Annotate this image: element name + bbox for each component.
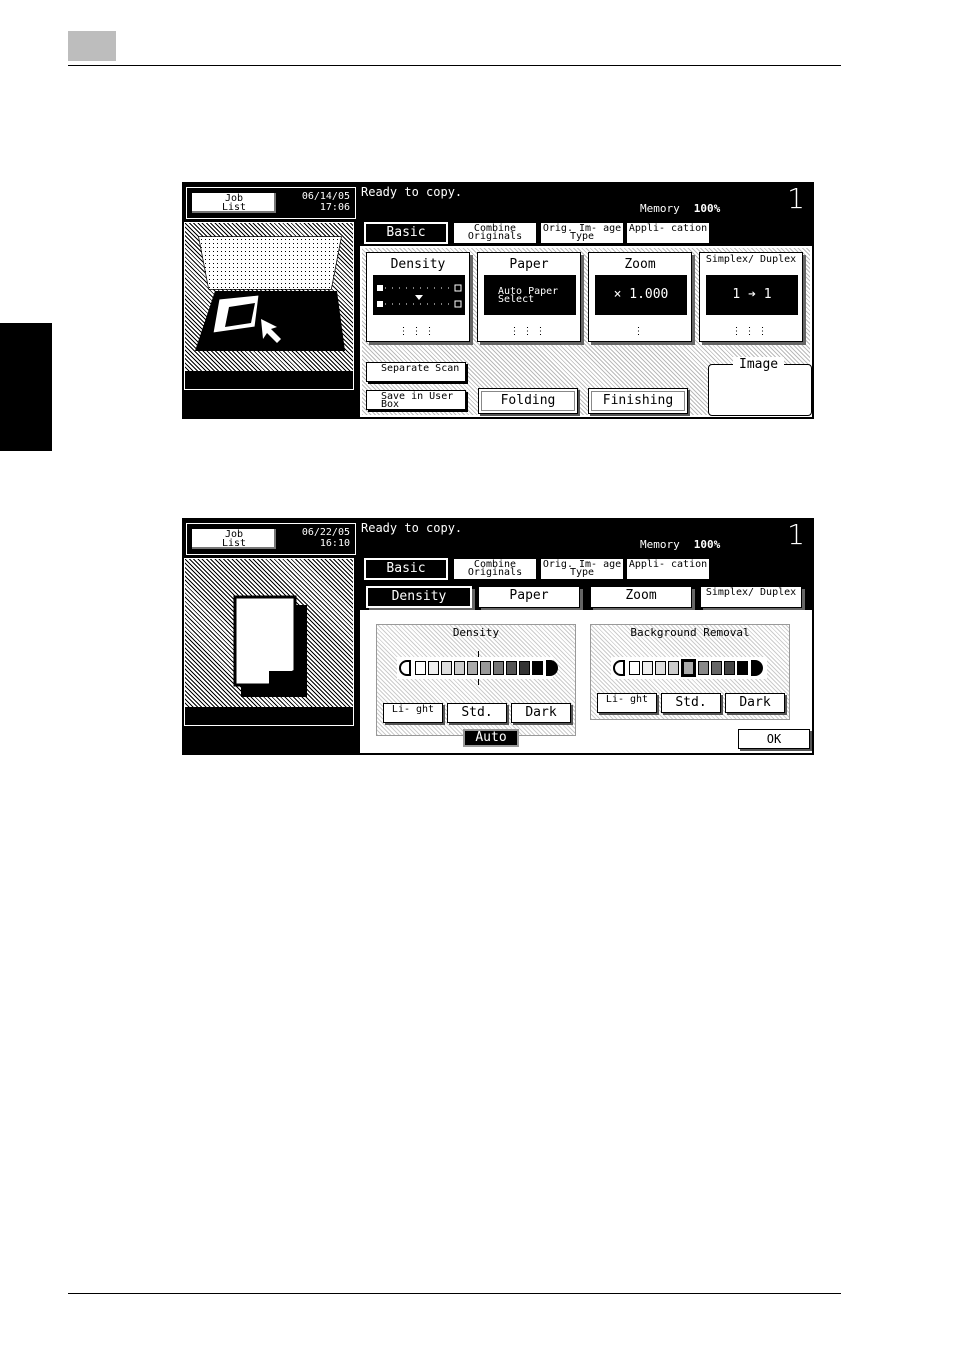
basic-panel: Density ⋮⋮⋮ Paper Auto Paper Select ⋮⋮⋮ …	[360, 246, 812, 417]
density-auto-button[interactable]: Auto	[463, 729, 519, 747]
copy-basic-screen: Job List 06/14/05 17:06 Ready to copy. M…	[182, 182, 814, 419]
subtab-density[interactable]: Density	[366, 586, 472, 608]
job-list-button[interactable]: Job List	[191, 528, 277, 550]
background-removal-scale[interactable]	[611, 657, 767, 679]
copy-count: 1	[787, 182, 805, 215]
density-panel: Density Li- ght Std. Dark Auto Backgroun…	[360, 610, 812, 753]
time: 17:06	[319, 202, 350, 213]
header-rule	[68, 65, 841, 66]
footer-rule	[68, 1293, 841, 1294]
folding-button[interactable]: Folding	[478, 388, 578, 414]
background-removal-title: Background Removal	[630, 626, 750, 639]
background-removal-group: Background Removal Li- ght Std. Dark	[590, 624, 790, 720]
memory-indicator: Memory 100%	[640, 538, 721, 551]
time: 16:10	[319, 538, 350, 549]
image-box: Image	[708, 357, 812, 416]
background-dark-button[interactable]: Dark	[725, 693, 785, 713]
copy-count: 1	[787, 518, 805, 551]
density-group: Density Li- ght Std. Dark Auto	[376, 624, 576, 747]
background-selected-level	[681, 659, 696, 677]
chapter-tab	[0, 323, 52, 451]
zoom-value: × 1.000	[595, 275, 687, 315]
tab-orig-image-type[interactable]: Orig. Im- age Type	[540, 222, 624, 244]
density-dark-button[interactable]: Dark	[511, 703, 571, 723]
tab-basic[interactable]: Basic	[364, 558, 448, 580]
tab-application[interactable]: Appli- cation	[626, 558, 710, 580]
finishing-button[interactable]: Finishing	[588, 388, 688, 414]
subtab-simplex-duplex[interactable]: Simplex/ Duplex	[700, 586, 802, 608]
density-standard-button[interactable]: Std.	[447, 703, 507, 723]
background-light-button[interactable]: Li- ght	[597, 693, 657, 713]
job-list-button[interactable]: Job List	[191, 192, 277, 214]
ok-button[interactable]: OK	[738, 729, 810, 749]
background-standard-button[interactable]: Std.	[661, 693, 721, 713]
tab-application[interactable]: Appli- cation	[626, 222, 710, 244]
density-scale-icon	[377, 284, 462, 308]
density-button[interactable]: Density ⋮⋮⋮	[366, 252, 470, 342]
date: 06/22/05	[301, 527, 350, 538]
density-light-button[interactable]: Li- ght	[383, 703, 443, 723]
date: 06/14/05	[301, 191, 350, 202]
tab-orig-image-type[interactable]: Orig. Im- age Type	[540, 558, 624, 580]
zoom-button[interactable]: Zoom × 1.000 ⋮	[588, 252, 692, 342]
status-message: Ready to copy.	[361, 185, 463, 199]
density-title: Density	[452, 626, 500, 639]
job-list-area: Job List 06/14/05 17:06	[186, 187, 356, 219]
tab-basic[interactable]: Basic	[364, 222, 448, 244]
status-message: Ready to copy.	[361, 521, 463, 535]
subtab-paper[interactable]: Paper	[478, 586, 580, 608]
tab-combine-originals[interactable]: Combine Originals	[453, 222, 537, 244]
paper-button[interactable]: Paper Auto Paper Select ⋮⋮⋮	[477, 252, 581, 342]
date-time: 06/22/05 16:10	[302, 527, 350, 549]
job-list-area: Job List 06/22/05 16:10	[186, 523, 356, 555]
document-icon	[185, 595, 353, 725]
simplex-duplex-value: 1 ➔ 1	[706, 275, 798, 315]
simplex-duplex-button[interactable]: Simplex/ Duplex 1 ➔ 1 ⋮⋮⋮	[699, 252, 803, 342]
subtab-zoom[interactable]: Zoom	[590, 586, 692, 608]
paper-value: Auto Paper Select	[484, 275, 576, 315]
header-block	[68, 31, 116, 61]
tab-combine-originals[interactable]: Combine Originals	[453, 558, 537, 580]
document-preview	[184, 558, 354, 726]
memory-indicator: Memory 100%	[640, 202, 721, 215]
density-slider	[373, 275, 465, 315]
date-time: 06/14/05 17:06	[302, 191, 350, 213]
left-panel: Job List 06/22/05 16:10	[182, 518, 356, 755]
density-settings-screen: Job List 06/22/05 16:10 Ready to copy. M…	[182, 518, 814, 755]
scanner-preview	[184, 222, 354, 390]
left-panel: Job List 06/14/05 17:06	[182, 182, 356, 419]
scanner-illustration-icon	[185, 236, 353, 389]
density-scale[interactable]	[397, 651, 558, 685]
save-in-user-box-button[interactable]: Save in User Box	[366, 390, 466, 410]
separate-scan-button[interactable]: Separate Scan	[366, 362, 466, 382]
